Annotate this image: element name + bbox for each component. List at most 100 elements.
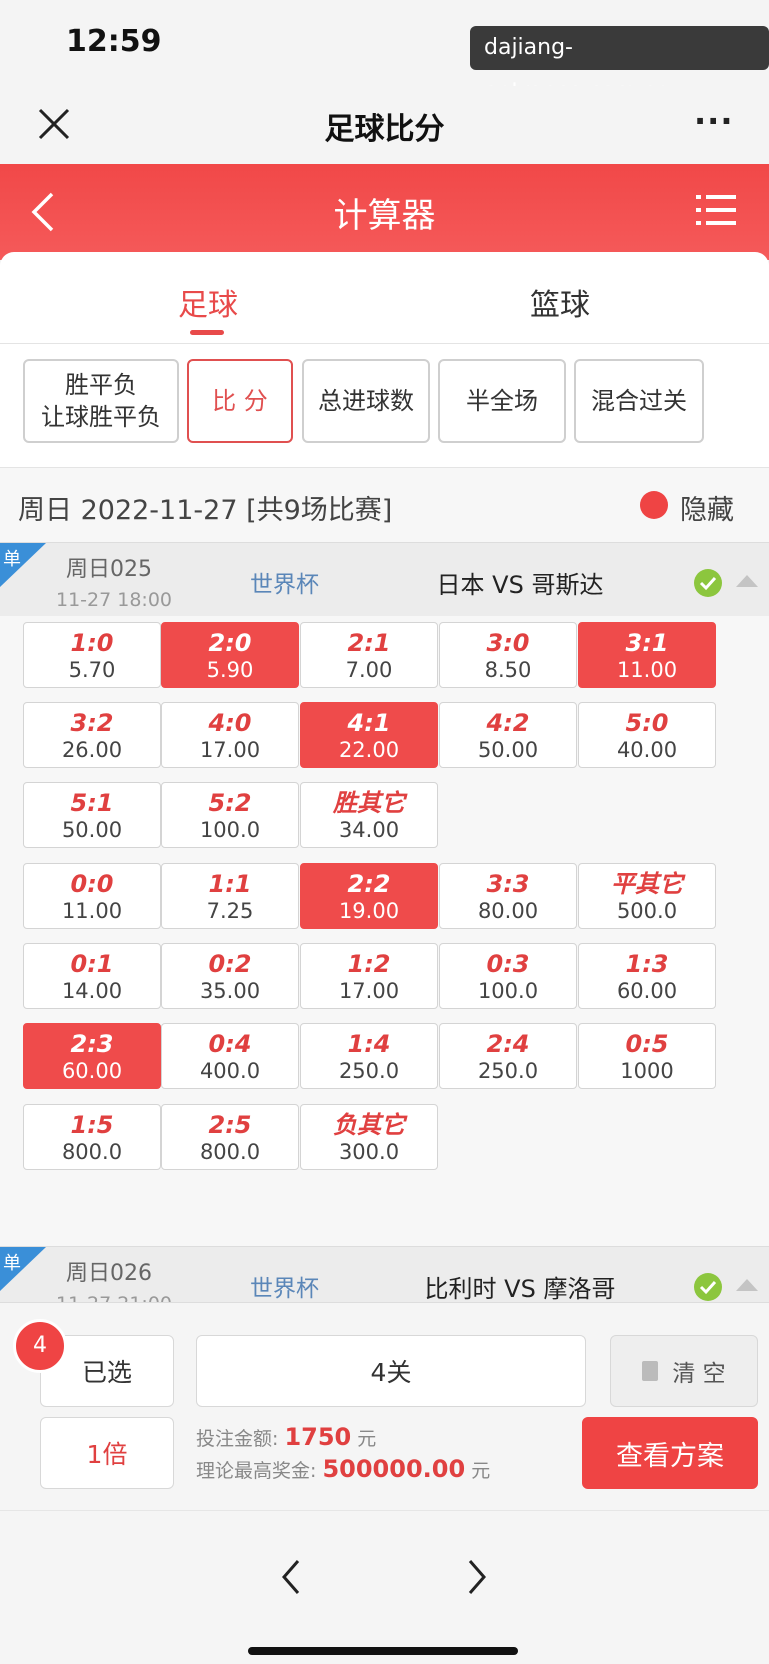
score-option[interactable]: 4:1 22.00 [300, 702, 438, 768]
score-label: 3:1 [625, 629, 669, 657]
match-header[interactable]: 单 周日026 11-27 21:00 世界杯 比利时 VS 摩洛哥 [0, 1246, 769, 1302]
score-label: 0:2 [208, 950, 252, 978]
max-prize-row: 理论最高奖金: 500000.00 元 [196, 1455, 490, 1483]
bet-amount-label: 投注金额: [196, 1428, 279, 1450]
type-win-draw-loss[interactable]: 胜平负 让球胜平负 [23, 359, 179, 443]
score-option[interactable]: 1:1 7.25 [161, 863, 299, 929]
tab-basketball[interactable]: 篮球 [500, 280, 620, 324]
check-icon[interactable] [694, 1273, 722, 1301]
header-title: 计算器 [333, 196, 436, 236]
score-label: 0:1 [70, 950, 114, 978]
score-option[interactable]: 0:0 11.00 [23, 863, 161, 929]
more-icon[interactable]: ··· [694, 102, 733, 140]
score-option[interactable]: 0:1 14.00 [23, 943, 161, 1009]
score-label: 4:2 [486, 709, 530, 737]
score-label: 0:4 [208, 1030, 252, 1058]
tab-football[interactable]: 足球 [148, 280, 268, 324]
collapse-icon[interactable] [736, 1279, 758, 1291]
odds-label: 40.00 [616, 738, 678, 762]
score-option[interactable]: 4:2 50.00 [439, 702, 577, 768]
odds-label: 7.00 [345, 658, 393, 682]
odds-label: 100.0 [199, 818, 261, 842]
score-option[interactable]: 胜其它 34.00 [300, 782, 438, 848]
score-option[interactable]: 5:0 40.00 [578, 702, 716, 768]
pass-type-button[interactable]: 4关 [196, 1335, 586, 1407]
score-label: 1:4 [347, 1030, 391, 1058]
hide-toggle-icon[interactable] [640, 491, 668, 519]
score-option[interactable]: 2:5 800.0 [161, 1104, 299, 1170]
match-code: 周日026 [66, 1261, 152, 1286]
score-label: 4:0 [208, 709, 252, 737]
score-label: 4:1 [347, 709, 391, 737]
odds-label: 50.00 [61, 818, 123, 842]
score-option[interactable]: 2:2 19.00 [300, 863, 438, 929]
menu-icon[interactable] [696, 190, 736, 230]
score-option[interactable]: 0:3 100.0 [439, 943, 577, 1009]
score-option[interactable]: 平其它 500.0 [578, 863, 716, 929]
multiple-button[interactable]: 1倍 [40, 1417, 174, 1489]
type-score[interactable]: 比 分 [187, 359, 293, 443]
score-option[interactable]: 3:0 8.50 [439, 622, 577, 688]
score-label: 5:0 [625, 709, 669, 737]
bet-amount-value: 1750 [284, 1423, 352, 1451]
check-icon[interactable] [694, 569, 722, 597]
score-option[interactable]: 2:4 250.0 [439, 1023, 577, 1089]
score-label: 2:2 [347, 870, 391, 898]
single-flag-icon: 单 [0, 543, 46, 587]
odds-label: 800.0 [61, 1140, 123, 1164]
clear-button[interactable]: 清 空 [610, 1335, 758, 1407]
score-label: 2:1 [347, 629, 391, 657]
score-option[interactable]: 负其它 300.0 [300, 1104, 438, 1170]
score-option[interactable]: 3:1 11.00 [578, 622, 716, 688]
hide-label[interactable]: 隐藏 [680, 488, 734, 527]
type-total-goals[interactable]: 总进球数 [302, 359, 430, 443]
next-icon[interactable] [462, 1555, 492, 1599]
score-option[interactable]: 1:4 250.0 [300, 1023, 438, 1089]
score-label: 负其它 [333, 1111, 405, 1139]
type-mixed-parlay[interactable]: 混合过关 [574, 359, 704, 443]
score-option[interactable]: 1:0 5.70 [23, 622, 161, 688]
odds-label: 250.0 [338, 1059, 400, 1083]
odds-label: 17.00 [199, 738, 261, 762]
odds-label: 60.00 [616, 979, 678, 1003]
score-option[interactable]: 0:5 1000 [578, 1023, 716, 1089]
view-plan-button[interactable]: 查看方案 [582, 1417, 758, 1489]
type-label: 比 分 [212, 387, 268, 415]
browser-nav: 足球比分 ··· [0, 86, 769, 164]
sport-tabs: 足球 篮球 [0, 252, 769, 344]
score-option[interactable]: 4:0 17.00 [161, 702, 299, 768]
score-option[interactable]: 5:1 50.00 [23, 782, 161, 848]
odds-label: 80.00 [477, 899, 539, 923]
score-option[interactable]: 3:2 26.00 [23, 702, 161, 768]
type-half-full[interactable]: 半全场 [438, 359, 566, 443]
score-option[interactable]: 2:3 60.00 [23, 1023, 161, 1089]
score-label: 3:2 [70, 709, 114, 737]
score-option[interactable]: 0:4 400.0 [161, 1023, 299, 1089]
odds-label: 5.90 [206, 658, 254, 682]
score-option[interactable]: 1:2 17.00 [300, 943, 438, 1009]
app-header: 计算器 [0, 164, 769, 260]
bet-amount-unit: 元 [357, 1428, 377, 1450]
collapse-icon[interactable] [736, 575, 758, 587]
match-teams: 比利时 VS 摩洛哥 [424, 1275, 616, 1302]
score-label: 2:5 [208, 1111, 252, 1139]
league-label: 世界杯 [250, 1276, 319, 1302]
score-option[interactable]: 2:0 5.90 [161, 622, 299, 688]
type-label: 半全场 [466, 387, 538, 415]
score-option[interactable]: 1:3 60.00 [578, 943, 716, 1009]
match-header[interactable]: 单 周日025 11-27 18:00 世界杯 日本 VS 哥斯达 [0, 542, 769, 616]
score-option[interactable]: 1:5 800.0 [23, 1104, 161, 1170]
max-prize-value: 500000.00 [322, 1455, 466, 1483]
prev-icon[interactable] [276, 1555, 306, 1599]
match-time: 11-27 21:00 [56, 1293, 172, 1302]
score-option[interactable]: 2:1 7.00 [300, 622, 438, 688]
score-option[interactable]: 3:3 80.00 [439, 863, 577, 929]
max-prize-unit: 元 [471, 1460, 491, 1482]
type-label: 胜平负 [65, 371, 137, 399]
score-option[interactable]: 0:2 35.00 [161, 943, 299, 1009]
score-option[interactable]: 5:2 100.0 [161, 782, 299, 848]
odds-label: 50.00 [477, 738, 539, 762]
odds-label: 7.25 [206, 899, 254, 923]
match-time: 11-27 18:00 [56, 589, 173, 611]
date-label: 周日 2022-11-27 [共9场比赛] [18, 495, 393, 526]
